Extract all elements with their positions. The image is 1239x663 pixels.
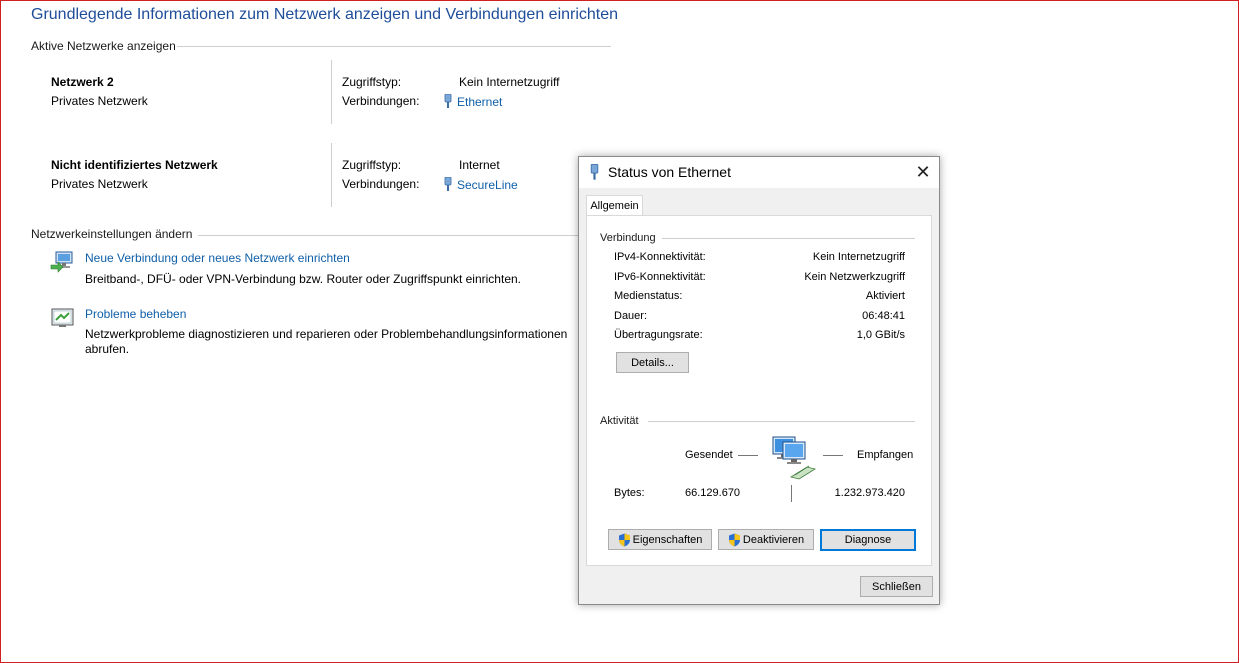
ipv4-value: Kein Internetzugriff: [812, 251, 905, 263]
active-networks-label: Aktive Netzwerke anzeigen: [31, 39, 176, 53]
new-connection-link[interactable]: Neue Verbindung oder neues Netzwerk einr…: [85, 251, 350, 265]
connections-label: Verbindungen:: [342, 94, 420, 108]
activity-group-label: Aktivität: [600, 415, 639, 427]
media-status-label: Medienstatus:: [614, 290, 683, 302]
media-status-value: Aktiviert: [865, 290, 905, 302]
ipv6-value: Kein Netzwerkzugriff: [804, 271, 905, 283]
access-type-label: Zugriffstyp:: [342, 75, 402, 89]
properties-button-label: Eigenschaften: [632, 533, 703, 546]
task-description-cont: abrufen.: [85, 342, 130, 356]
connection-link-label: SecureLine: [457, 178, 518, 192]
ipv4-label: IPv4-Konnektivität:: [614, 251, 706, 263]
troubleshoot-link[interactable]: Probleme beheben: [85, 307, 186, 321]
access-type-label: Zugriffstyp:: [342, 158, 402, 172]
tab-panel: [586, 215, 932, 566]
access-type-value: Kein Internetzugriff: [459, 75, 560, 89]
disable-button-label: Deaktivieren: [742, 533, 805, 546]
network-activity-icon: [772, 436, 817, 480]
sent-label: Gesendet: [685, 449, 733, 461]
bytes-sent-value: 66.129.670: [685, 487, 741, 499]
divider: [331, 60, 332, 124]
speed-label: Übertragungsrate:: [614, 329, 703, 341]
ipv6-label: IPv6-Konnektivität:: [614, 271, 706, 283]
network-name: Netzwerk 2: [51, 75, 114, 89]
divider: [198, 235, 579, 236]
duration-value: 06:48:41: [862, 310, 905, 322]
speed-value: 1,0 GBit/s: [856, 329, 905, 341]
details-button[interactable]: Details...: [616, 352, 689, 373]
uac-shield-icon: [728, 533, 740, 546]
dialog-title: Status von Ethernet: [608, 164, 731, 180]
change-settings-label: Netzwerkeinstellungen ändern: [31, 227, 193, 241]
connection-link-ethernet[interactable]: Ethernet: [443, 94, 502, 109]
connection-link-label: Ethernet: [457, 95, 503, 109]
divider: [177, 46, 611, 47]
page-title: Grundlegende Informationen zum Netzwerk …: [31, 6, 619, 23]
close-button[interactable]: Schließen: [860, 576, 933, 597]
connection-group-label: Verbindung: [600, 232, 656, 244]
network-name: Nicht identifiziertes Netzwerk: [51, 158, 218, 172]
divider: [662, 238, 915, 239]
uac-shield-icon: [618, 533, 630, 546]
ethernet-plug-icon: [590, 164, 599, 180]
task-description: Breitband-, DFÜ- oder VPN-Verbindung bzw…: [85, 272, 521, 286]
disable-button[interactable]: Deaktivieren: [718, 529, 814, 550]
connection-link-secureline[interactable]: SecureLine: [443, 177, 518, 192]
divider: [823, 455, 843, 456]
ethernet-plug-icon: [444, 94, 452, 108]
troubleshoot-icon: [51, 308, 74, 327]
status-dialog: Status von Ethernet ✕ Allgemein Verbindu…: [578, 156, 940, 605]
task-description: Netzwerkprobleme diagnostizieren und rep…: [85, 327, 568, 341]
received-label: Empfangen: [857, 449, 914, 461]
properties-button[interactable]: Eigenschaften: [608, 529, 712, 550]
duration-label: Dauer:: [614, 310, 648, 322]
diagnose-button[interactable]: Diagnose: [820, 529, 916, 551]
tab-general[interactable]: Allgemein: [586, 195, 643, 216]
close-icon[interactable]: ✕: [911, 160, 935, 184]
network-setup-icon: [50, 251, 73, 273]
bytes-label: Bytes:: [614, 487, 645, 499]
access-type-value: Internet: [459, 158, 500, 172]
network-type: Privates Netzwerk: [51, 177, 148, 191]
ethernet-plug-icon: [444, 177, 452, 191]
bytes-received-value: 1.232.973.420: [834, 487, 905, 499]
divider: [738, 455, 758, 456]
divider: [648, 421, 915, 422]
divider: [331, 143, 332, 207]
connections-label: Verbindungen:: [342, 177, 420, 191]
network-type: Privates Netzwerk: [51, 94, 148, 108]
